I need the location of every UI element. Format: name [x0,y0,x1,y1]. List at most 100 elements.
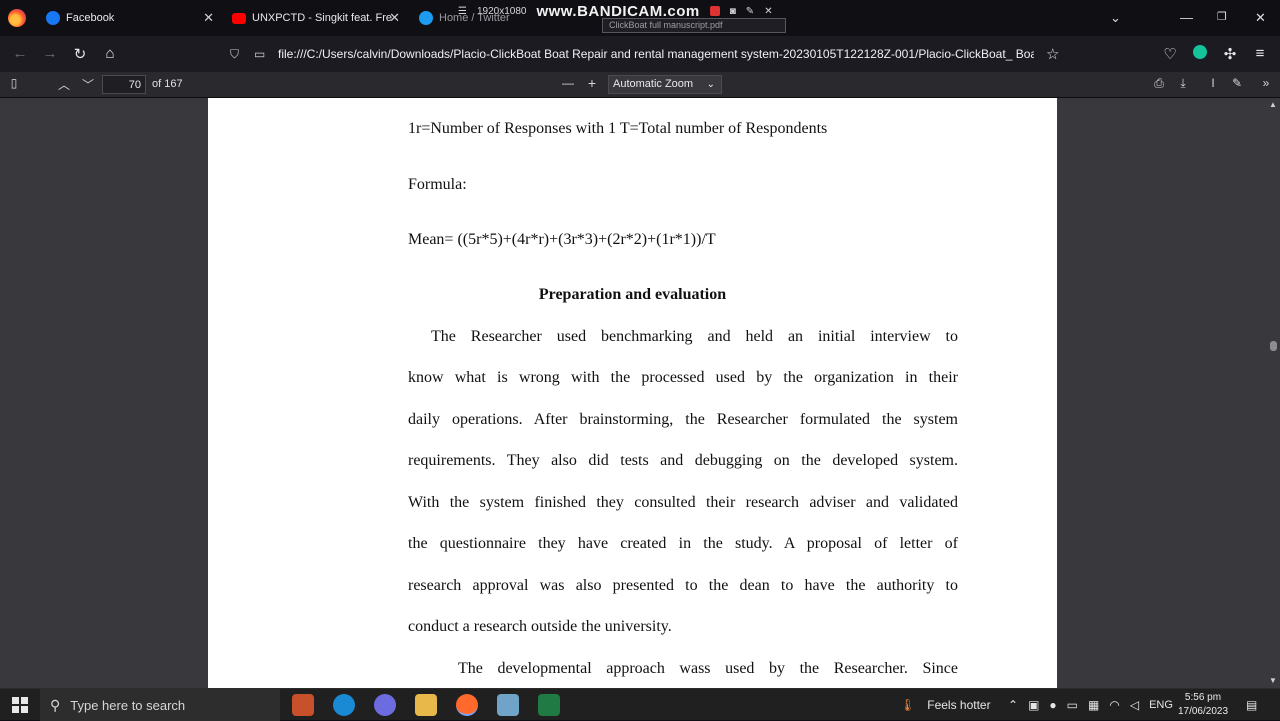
search-placeholder: Type here to search [70,697,186,713]
youtube-icon [232,12,246,24]
formula-label: Formula: [408,176,467,193]
previous-page-icon[interactable]: ︿ [55,76,73,93]
close-icon[interactable]: ✕ [203,10,214,26]
text-tool-icon[interactable]: I [1204,76,1222,90]
bookmark-star-icon[interactable]: ☆ [1046,45,1059,63]
language-indicator[interactable]: ENG [1149,699,1173,711]
tools-menu-icon[interactable]: » [1257,76,1275,90]
excel-app-icon[interactable] [538,694,560,716]
paragraph-line: know what is wrong with the processed us… [408,369,958,386]
pocket-icon[interactable]: ♡ [1160,45,1180,63]
url-text[interactable]: file:///C:/Users/calvin/Downloads/Placio… [278,47,1034,61]
paragraph-line: the questionnaire they have created in t… [408,535,958,552]
chevron-up-icon[interactable]: ⌃ [1008,698,1018,712]
volume-icon[interactable]: ◁ [1130,698,1139,712]
vertical-scrollbar[interactable]: ▲ ▼ [1267,98,1280,688]
system-tray: ⌃ ▣ ● ▭ ▦ ◠ ◁ ENG [1008,689,1173,721]
extension-grammarly-icon[interactable] [1190,45,1210,63]
weather-widget[interactable]: 🌡 Feels hotter [900,689,991,721]
menu-icon[interactable]: ≡ [1250,45,1270,62]
next-page-icon[interactable]: ﹀ [79,76,97,93]
chevron-down-icon: ⌄ [706,79,715,90]
chevron-down-icon[interactable]: ⌄ [1110,10,1121,26]
tab-facebook[interactable]: Facebook ✕ [40,4,220,32]
zoom-out-icon[interactable]: — [559,76,577,90]
forward-icon[interactable]: → [40,45,60,62]
scrollbar-thumb[interactable] [1270,341,1277,351]
weather-text: Feels hotter [927,698,991,712]
search-icon: ⚲ [50,696,61,713]
windows-start-icon[interactable] [12,697,28,713]
resolution-label: 1920x1080 [476,5,527,17]
address-bar[interactable]: ⛉ ▭ file:///C:/Users/calvin/Downloads/Pl… [222,41,1064,67]
zoom-in-icon[interactable]: + [583,75,601,91]
facebook-icon [46,11,60,25]
close-icon[interactable]: ✕ [389,10,400,26]
minimize-icon[interactable]: — [1180,10,1193,25]
time: 5:56 pm [1184,692,1222,703]
extensions-icon[interactable]: ✣ [1220,45,1240,63]
print-icon[interactable]: ⎙ [1150,76,1168,91]
firefox-app-icon[interactable] [456,694,478,716]
paragraph-line: With the system finished they consulted … [408,494,958,511]
pencil-icon[interactable]: ✎ [746,6,754,17]
formula-text: Mean= ((5r*5)+(4r*r)+(3r*3)+(2r*2)+(1r*1… [408,231,716,248]
tab-strip: Facebook ✕ UNXPCTD - Singkit feat. Fresh… [0,0,1280,36]
paragraph-line: research approval was also presented to … [408,577,958,594]
paragraph-line: daily operations. After brainstorming, t… [408,411,958,428]
taskbar-search[interactable]: ⚲ Type here to search [40,689,280,721]
shield-icon[interactable]: ⛉ [230,47,244,62]
page-number-input[interactable] [102,75,146,94]
close-icon[interactable]: ✕ [764,6,772,17]
close-window-icon[interactable]: ✕ [1255,10,1266,26]
bandicam-app-icon[interactable] [292,694,314,716]
draw-tool-icon[interactable]: ✎ [1228,76,1246,90]
sidebar-toggle-icon[interactable]: ▯ [5,76,23,90]
weather-icon: 🌡 [900,698,916,712]
restore-icon[interactable]: ❐ [1217,10,1227,23]
firefox-icon[interactable] [8,9,26,27]
tab-tooltip: ClickBoat full manuscript.pdf [602,18,786,33]
record-icon[interactable] [709,6,720,16]
tray-app-icon[interactable]: ▣ [1028,698,1039,712]
menu-icon[interactable]: ☰ [458,6,467,17]
zoom-select[interactable]: Automatic Zoom ⌄ [608,75,722,94]
save-icon[interactable]: ⤓ [1174,76,1192,91]
home-icon[interactable]: ⌂ [100,45,120,62]
battery-icon[interactable]: ▭ [1067,698,1078,712]
pdf-viewer[interactable]: 1r=Number of Responses with 1 T=Total nu… [0,98,1280,688]
pdf-page: 1r=Number of Responses with 1 T=Total nu… [208,98,1057,688]
tab-label: Facebook [66,12,115,24]
edge-app-icon[interactable] [333,694,355,716]
file-explorer-icon[interactable] [415,694,437,716]
zoom-value: Automatic Zoom [613,78,694,90]
file-icon: ▭ [254,47,266,61]
scroll-up-icon[interactable]: ▲ [1269,100,1277,109]
microphone-icon[interactable]: ● [1049,698,1056,712]
back-icon[interactable]: ← [10,45,30,62]
scroll-down-icon[interactable]: ▼ [1269,676,1277,685]
paragraph-line: The Researcher used benchmarking and hel… [431,328,958,345]
navigation-bar: ← → ↻ ⌂ ⛉ ▭ file:///C:/Users/calvin/Down… [0,36,1280,72]
tab-youtube[interactable]: UNXPCTD - Singkit feat. FreshB ✕ [226,4,406,32]
wifi-icon[interactable]: ◠ [1109,698,1119,712]
section-heading: Preparation and evaluation [538,286,727,303]
reload-icon[interactable]: ↻ [70,45,90,63]
page-count: of 167 [152,78,183,90]
paragraph-line: conduct a research outside the universit… [408,618,672,635]
date: 17/06/2023 [1177,706,1229,717]
paragraph-line: requirements. They also did tests and de… [408,452,958,469]
notifications-icon[interactable]: ▤ [1246,689,1257,721]
legend-line: 1r=Number of Responses with 1 T=Total nu… [408,120,828,137]
windows-taskbar: ⚲ Type here to search 🌡 Feels hotter ⌃ ▣… [0,688,1280,721]
camera-icon[interactable]: ◙ [730,6,736,17]
twitter-icon [419,11,433,25]
tab-label: UNXPCTD - Singkit feat. FreshB [252,12,392,24]
pdf-toolbar: ▯ ︿ ﹀ of 167 — + Automatic Zoom ⌄ ⎙ ⤓ I … [0,72,1280,98]
app-icon[interactable] [374,694,396,716]
recorder-watermark: www.BANDICAM.com [536,2,700,20]
app-icon[interactable] [497,694,519,716]
paragraph-line: The developmental approach wass used by … [458,660,958,677]
display-icon[interactable]: ▦ [1088,698,1099,712]
clock[interactable]: 5:56 pm 17/06/2023 [1172,691,1234,719]
